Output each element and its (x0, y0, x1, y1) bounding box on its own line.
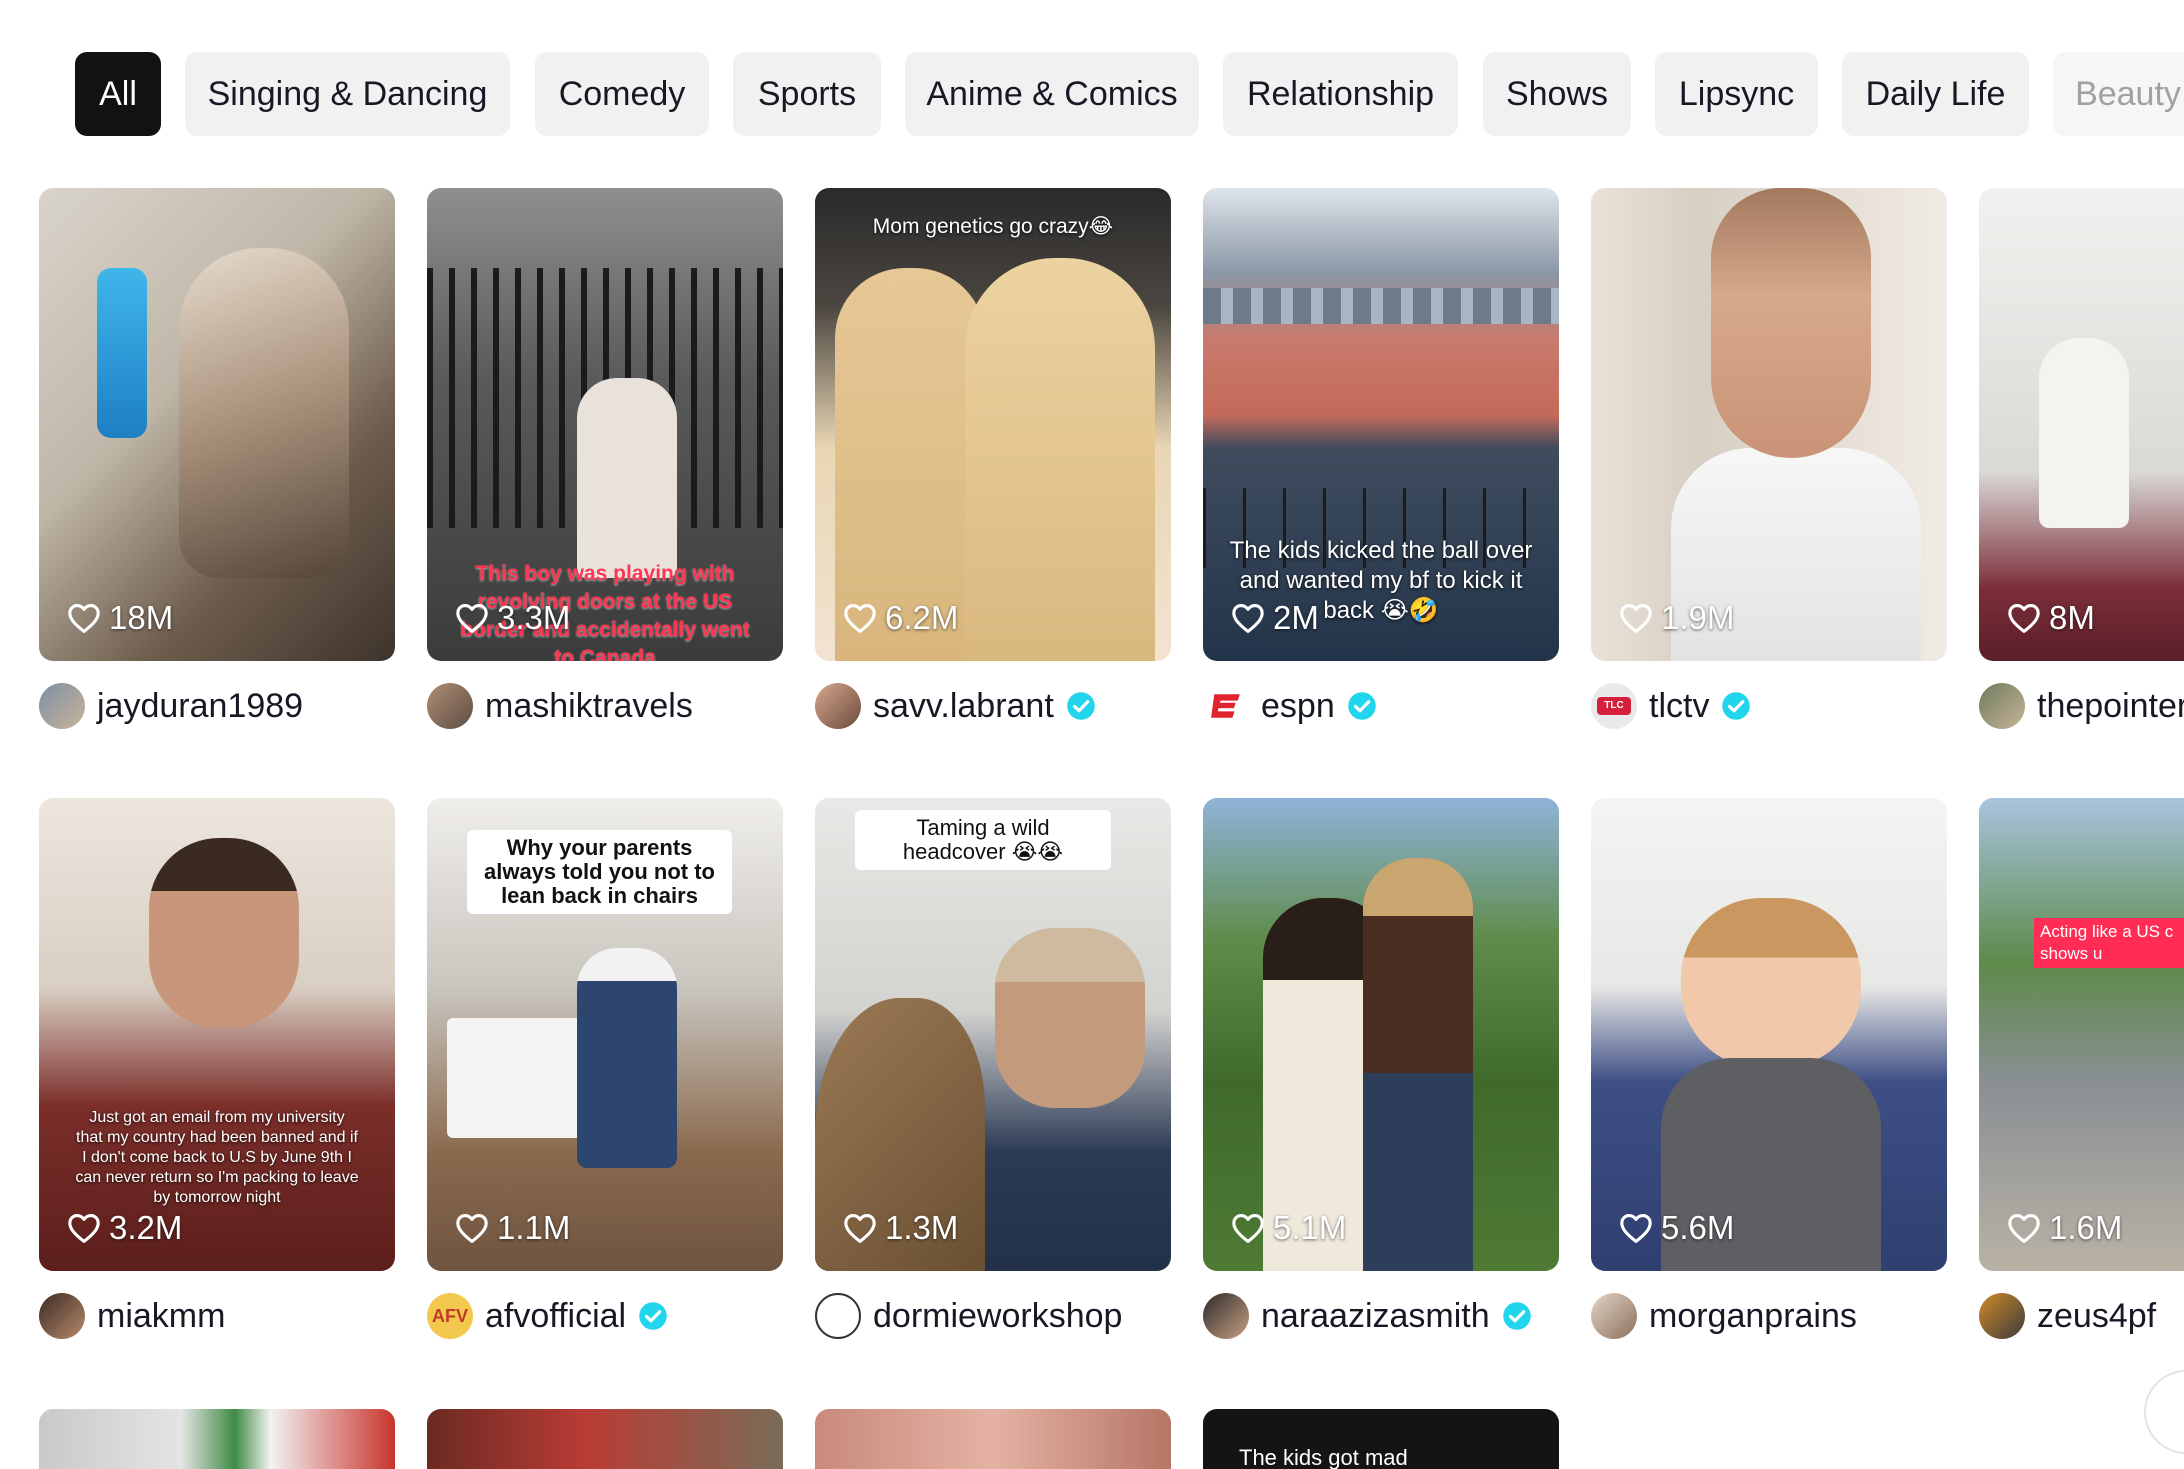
avatar[interactable] (815, 683, 861, 729)
avatar[interactable] (39, 1293, 85, 1339)
video-thumbnail[interactable]: Taming a wild headcover 😭😭 1.3M (815, 798, 1171, 1271)
likes-count: 6.2M (843, 599, 958, 637)
avatar[interactable] (1979, 683, 2025, 729)
likes-count: 1.6M (2007, 1209, 2122, 1247)
likes-count: 3.3M (455, 599, 570, 637)
video-thumbnail[interactable]: 5.6M (1591, 798, 1947, 1271)
avatar[interactable] (1979, 1293, 2025, 1339)
heart-icon (1231, 602, 1265, 634)
video-thumbnail[interactable]: Why your parents always told you not to … (427, 798, 783, 1271)
heart-icon (1619, 1212, 1653, 1244)
author-name[interactable]: savv.labrant (873, 687, 1054, 726)
video-caption: Why your parents always told you not to … (467, 830, 732, 914)
video-thumbnail[interactable]: Mom genetics go crazy😂 6.2M (815, 188, 1171, 661)
likes-count: 8M (2007, 599, 2095, 637)
tlc-logo[interactable]: TLC (1591, 683, 1637, 729)
video-thumbnail-partial[interactable] (815, 1409, 1171, 1469)
likes-count: 2M (1231, 599, 1319, 637)
heart-icon (1619, 602, 1653, 634)
likes-count: 18M (67, 599, 173, 637)
author-name[interactable]: espn (1261, 687, 1335, 726)
avatar[interactable] (1203, 1293, 1249, 1339)
video-thumbnail[interactable]: 1.9M (1591, 188, 1947, 661)
video-caption: Taming a wild headcover 😭😭 (855, 810, 1111, 870)
author-name[interactable]: thepointer (2037, 687, 2184, 726)
author-name[interactable]: naraazizasmith (1261, 1297, 1490, 1336)
espn-logo[interactable] (1203, 683, 1249, 729)
afv-logo[interactable]: AFV (427, 1293, 473, 1339)
author-name[interactable]: miakmm (97, 1297, 225, 1336)
video-grid: 18M jayduran1989 This boy was playing wi… (0, 0, 2184, 1469)
avatar[interactable] (1591, 1293, 1637, 1339)
heart-icon (2007, 1212, 2041, 1244)
verified-icon (1502, 1301, 1532, 1331)
video-thumbnail[interactable]: The kids kicked the ball over and wanted… (1203, 188, 1559, 661)
video-thumbnail-partial[interactable]: The kids got mad (1203, 1409, 1559, 1469)
heart-icon (67, 1212, 101, 1244)
heart-icon (843, 602, 877, 634)
heart-icon (455, 1212, 489, 1244)
author-name[interactable]: jayduran1989 (97, 687, 303, 726)
video-thumbnail-partial[interactable] (427, 1409, 783, 1469)
author-name[interactable]: tlctv (1649, 687, 1709, 726)
author-name[interactable]: dormieworkshop (873, 1297, 1122, 1336)
author-name[interactable]: mashiktravels (485, 687, 693, 726)
avatar[interactable] (815, 1293, 861, 1339)
likes-count: 5.1M (1231, 1209, 1346, 1247)
likes-count: 5.6M (1619, 1209, 1734, 1247)
author-name[interactable]: zeus4pf (2037, 1297, 2156, 1336)
video-thumbnail[interactable]: 8M (1979, 188, 2184, 661)
likes-count: 3.2M (67, 1209, 182, 1247)
author-name[interactable]: afvofficial (485, 1297, 626, 1336)
heart-icon (455, 602, 489, 634)
avatar[interactable] (427, 683, 473, 729)
video-thumbnail[interactable]: 18M (39, 188, 395, 661)
heart-icon (843, 1212, 877, 1244)
video-thumbnail[interactable]: Just got an email from my university tha… (39, 798, 395, 1271)
heart-icon (2007, 602, 2041, 634)
video-thumbnail[interactable]: This boy was playing with revolving door… (427, 188, 783, 661)
video-thumbnail[interactable]: 5.1M (1203, 798, 1559, 1271)
heart-icon (1231, 1212, 1265, 1244)
likes-count: 1.9M (1619, 599, 1734, 637)
verified-icon (1721, 691, 1751, 721)
video-thumbnail[interactable]: Acting like a US c shows u 1.6M (1979, 798, 2184, 1271)
verified-icon (1347, 691, 1377, 721)
verified-icon (1066, 691, 1096, 721)
video-caption: Acting like a US c shows u (2034, 918, 2184, 968)
video-caption: Mom genetics go crazy😂 (872, 215, 1114, 238)
video-caption: Just got an email from my university tha… (75, 1109, 359, 1206)
heart-icon (67, 602, 101, 634)
verified-icon (638, 1301, 668, 1331)
video-caption: The kids got mad (1239, 1445, 1408, 1469)
avatar[interactable] (39, 683, 85, 729)
likes-count: 1.1M (455, 1209, 570, 1247)
video-thumbnail-partial[interactable] (39, 1409, 395, 1469)
likes-count: 1.3M (843, 1209, 958, 1247)
author-name[interactable]: morganprains (1649, 1297, 1857, 1336)
